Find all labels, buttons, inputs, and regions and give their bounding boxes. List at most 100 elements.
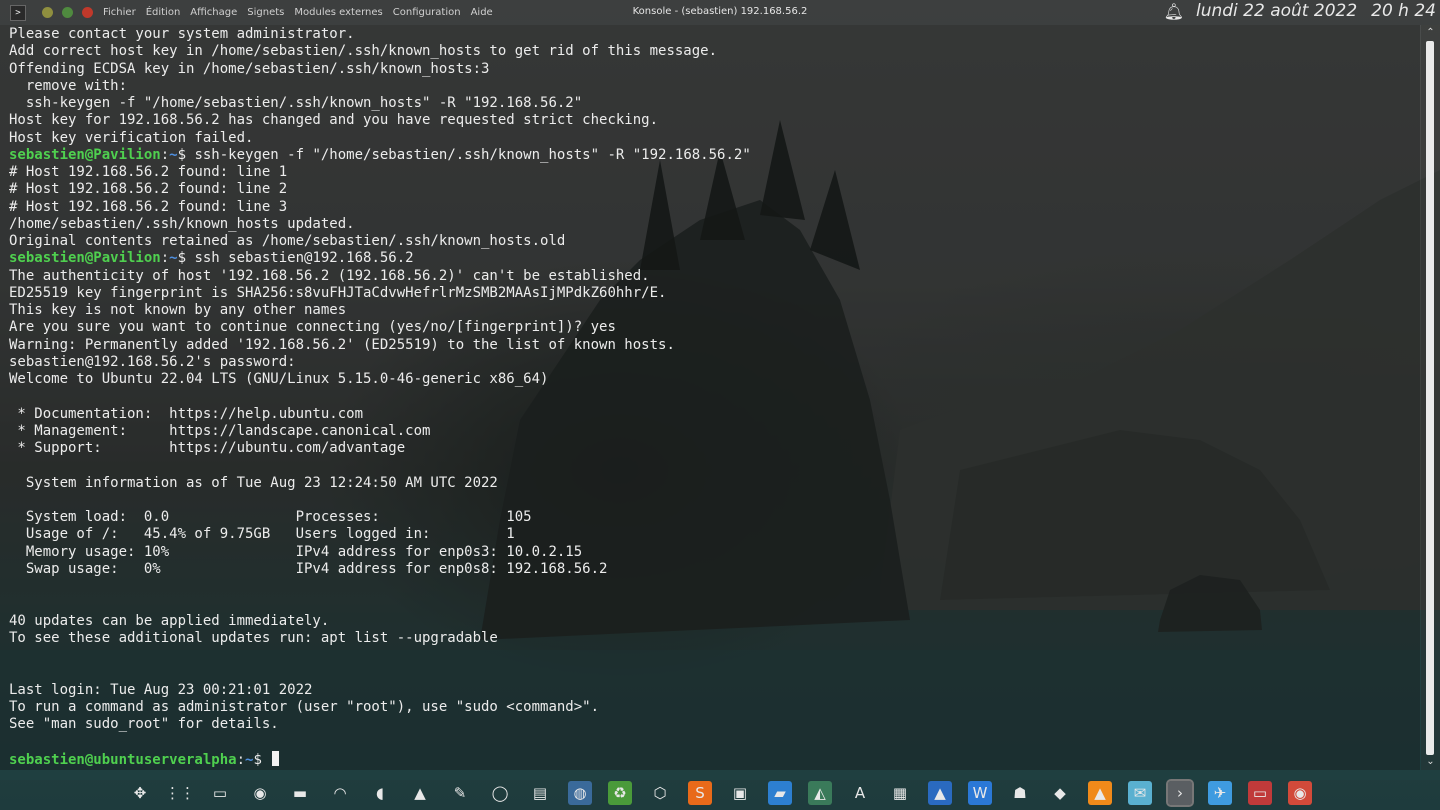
notes-icon[interactable]: ▤ (528, 781, 552, 805)
terminal-line: Offending ECDSA key in /home/sebastien/.… (9, 60, 490, 77)
word-icon[interactable]: W (968, 781, 992, 805)
terminal-line: # Host 192.168.56.2 found: line 2 (9, 181, 288, 198)
menu-aide[interactable]: Aide (471, 7, 493, 18)
recycle-icon-glyph: ♻ (613, 784, 627, 802)
minimize-button[interactable] (42, 7, 53, 18)
package-icon[interactable]: ⬡ (648, 781, 672, 805)
terminal-line: Usage of /: 45.4% of 9.75GB Users logged… (9, 526, 515, 543)
move-icon[interactable]: ✥ (128, 781, 152, 805)
terminal-prompt-line: sebastien@ubuntuserveralpha:~$ (9, 750, 751, 768)
desktop-icon[interactable]: ▭ (208, 781, 232, 805)
wifi-icon-glyph: ◠ (333, 784, 347, 802)
terminal-line: * Documentation: https://help.ubuntu.com (9, 405, 364, 422)
terminal-line: See "man sudo_root" for details. (9, 716, 279, 732)
scrollbar-thumb[interactable] (1426, 41, 1434, 755)
chrome-icon[interactable]: ◉ (1288, 781, 1312, 805)
terminal-scrollbar[interactable]: ⌃ ⌄ (1421, 25, 1440, 770)
pen-icon-glyph: ✎ (453, 784, 467, 802)
menu-modules-externes[interactable]: Modules externes (294, 7, 382, 18)
wifi-icon[interactable]: ◠ (328, 781, 352, 805)
terminal-line: Original contents retained as /home/seba… (9, 233, 566, 249)
bell-icon[interactable]: 🔔︎ (1164, 2, 1184, 21)
tray-arrow-icon-glyph: ▲ (414, 784, 426, 802)
taskbar: ✥ ⋮⋮ ▭ ◉ ▬ ◠ ◖ ▲ ✎ ◯ ▤ ◍ ♻ ⬡ S ▣ ▰ ◭ A ▦ ▲ W ☗ ◆ ▲ ✉ › ✈ ▭ ◉ (0, 776, 1440, 810)
recycle-icon[interactable]: ♻ (608, 781, 632, 805)
terminal-line: Memory usage: 10% IPv4 address for enp0s… (9, 543, 583, 560)
files-icon-glyph: ▭ (1252, 784, 1268, 802)
firefox-icon[interactable]: ◍ (568, 781, 592, 805)
prompt-command: $ ssh sebastien@192.168.56.2 (177, 250, 414, 267)
terminal-line: System load: 0.0 Processes: 105 (9, 509, 532, 525)
app-grid-icon-glyph: ⋮⋮ (165, 784, 195, 802)
menu-signets[interactable]: Signets (247, 7, 284, 18)
menu-bar: Fichier Édition Affichage Signets Module… (103, 7, 503, 18)
vlc-icon-glyph: ▲ (1094, 784, 1106, 802)
inkscape-icon[interactable]: ◆ (1048, 781, 1072, 805)
menu-affichage[interactable]: Affichage (190, 7, 237, 18)
pen-icon[interactable]: ✎ (448, 781, 472, 805)
game-icon-glyph: ☗ (1013, 784, 1027, 802)
terminal-cursor[interactable] (272, 750, 280, 766)
terminal-line: Host key verification failed. (9, 129, 254, 146)
terminal-output: Please contact your system administrator… (9, 26, 751, 768)
clock-date: lundi 22 août 2022 (1195, 1, 1358, 21)
bulb-icon[interactable]: ◉ (248, 781, 272, 805)
tray-arrow-icon[interactable]: ▲ (408, 781, 432, 805)
terminal-line: Swap usage: 0% IPv4 address for enp0s8: … (9, 560, 608, 577)
monitor-chart-icon-glyph: ◭ (814, 784, 826, 802)
menu-configuration[interactable]: Configuration (393, 7, 461, 18)
desktop-icon-glyph: ▭ (212, 784, 228, 802)
maximize-button[interactable] (62, 7, 73, 18)
folder-code-icon[interactable]: ▰ (768, 781, 792, 805)
terminal-line: remove with: (9, 77, 128, 94)
menu-fichier[interactable]: Fichier (103, 7, 136, 18)
terminal-line: * Management: https://landscape.canonica… (9, 422, 431, 439)
circle-icon[interactable]: ◯ (488, 781, 512, 805)
calculator-icon[interactable]: ▦ (888, 781, 912, 805)
scroll-down-icon[interactable]: ⌄ (1424, 756, 1437, 768)
game-icon[interactable]: ☗ (1008, 781, 1032, 805)
prompt-user: sebastien@Pavilion (9, 250, 161, 267)
volume-icon[interactable]: ◖ (368, 781, 392, 805)
menu-edition[interactable]: Édition (146, 7, 181, 18)
terminal-prompt-line: sebastien@Pavilion:~$ ssh-keygen -f "/ho… (9, 147, 751, 164)
mail-icon[interactable]: ✉ (1128, 781, 1152, 805)
android-icon-glyph: ▲ (934, 784, 946, 802)
terminal-dark-icon-glyph: ▣ (732, 784, 748, 802)
monitor-chart-icon[interactable]: ◭ (808, 781, 832, 805)
font-icon[interactable]: A (848, 781, 872, 805)
volume-icon-glyph: ◖ (376, 784, 384, 802)
terminal-line: sebastien@192.168.56.2's password: (9, 353, 296, 370)
konsole-icon[interactable]: › (1166, 779, 1194, 807)
package-icon-glyph: ⬡ (653, 784, 667, 802)
android-icon[interactable]: ▲ (928, 781, 952, 805)
vlc-icon[interactable]: ▲ (1088, 781, 1112, 805)
files-icon[interactable]: ▭ (1248, 781, 1272, 805)
close-button[interactable] (82, 7, 93, 18)
browser-icon[interactable]: ✈ (1208, 781, 1232, 805)
battery-icon[interactable]: ▬ (288, 781, 312, 805)
clock[interactable]: 🔔︎ lundi 22 août 2022 20 h 24 (1164, 1, 1436, 21)
terminal-area[interactable]: Please contact your system administrator… (0, 25, 1420, 770)
move-icon-glyph: ✥ (133, 784, 147, 802)
terminal-line: This key is not known by any other names (9, 302, 347, 318)
terminal-line: Add correct host key in /home/sebastien/… (9, 43, 718, 60)
konsole-icon-glyph: › (1177, 784, 1183, 802)
scroll-up-icon[interactable]: ⌃ (1424, 27, 1437, 39)
app-grid-icon[interactable]: ⋮⋮ (165, 781, 195, 805)
firefox-icon-glyph: ◍ (573, 784, 587, 802)
sublime-icon[interactable]: S (688, 781, 712, 805)
top-menubar: > Fichier Édition Affichage Signets Modu… (0, 0, 1440, 25)
battery-icon-glyph: ▬ (292, 784, 308, 802)
chrome-icon-glyph: ◉ (1293, 784, 1307, 802)
terminal-line: To run a command as administrator (user … (9, 698, 600, 715)
terminal-dark-icon[interactable]: ▣ (728, 781, 752, 805)
konsole-app-icon[interactable]: > (10, 4, 26, 21)
